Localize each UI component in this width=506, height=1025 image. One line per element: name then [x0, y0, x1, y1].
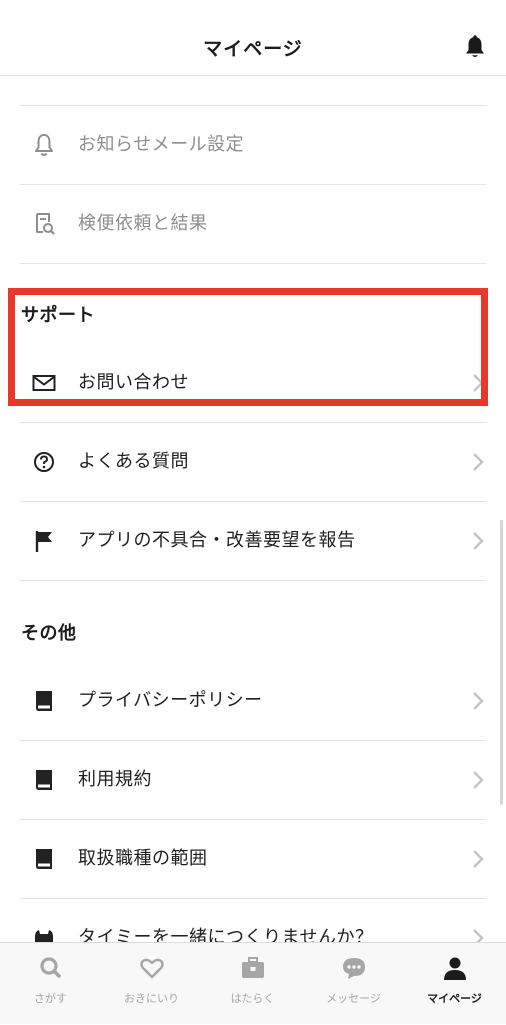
bell-icon — [35, 134, 53, 156]
question-circle-icon — [34, 452, 54, 472]
chevron-right-icon — [473, 374, 484, 392]
chat-bubble-icon — [343, 958, 365, 979]
menu-label: お問い合わせ — [78, 372, 189, 393]
section-heading-support: サポート — [21, 305, 95, 326]
book-icon — [36, 691, 52, 711]
page-title: マイページ — [203, 38, 303, 60]
document-search-icon — [36, 213, 55, 235]
chevron-right-icon — [473, 532, 484, 550]
search-icon — [40, 957, 61, 978]
divider — [20, 580, 486, 581]
menu-item-inspection[interactable]: 検便依頼と結果 — [0, 185, 506, 263]
section-heading-others: その他 — [21, 623, 77, 644]
tab-work[interactable]: はたらく — [202, 943, 303, 1025]
tab-messages[interactable]: メッセージ — [303, 943, 404, 1025]
app-header: マイページ — [0, 0, 506, 76]
tab-label: マイページ — [427, 992, 482, 1005]
menu-label: 取扱職種の範囲 — [78, 848, 208, 869]
tab-favorites[interactable]: おきにいり — [101, 943, 202, 1025]
chevron-right-icon — [473, 771, 484, 789]
book-icon — [36, 849, 52, 869]
menu-item-report-bug[interactable]: アプリの不具合・改善要望を報告 — [0, 502, 506, 580]
tab-label: はたらく — [230, 992, 275, 1005]
heart-icon — [140, 958, 164, 979]
mail-icon — [32, 375, 56, 391]
tab-mypage[interactable]: マイページ — [404, 943, 505, 1025]
menu-item-job-scope[interactable]: 取扱職種の範囲 — [0, 820, 506, 898]
menu-label: 検便依頼と結果 — [78, 213, 208, 234]
flag-icon — [35, 531, 52, 552]
chevron-right-icon — [473, 692, 484, 710]
menu-item-terms[interactable]: 利用規約 — [0, 741, 506, 819]
menu-label: よくある質問 — [78, 451, 189, 472]
menu-item-faq[interactable]: よくある質問 — [0, 423, 506, 501]
menu-label: アプリの不具合・改善要望を報告 — [78, 530, 356, 551]
scrollbar[interactable] — [500, 520, 503, 805]
menu-item-privacy[interactable]: プライバシーポリシー — [0, 662, 506, 740]
book-icon — [36, 770, 52, 790]
notification-bell-icon[interactable] — [464, 35, 486, 59]
chevron-right-icon — [473, 453, 484, 471]
menu-label: お知らせメール設定 — [78, 134, 245, 155]
menu-item-notify-mail[interactable]: お知らせメール設定 — [0, 106, 506, 184]
tab-search[interactable]: さがす — [0, 943, 101, 1025]
tab-bar: さがす おきにいり はたらく メッセージ マイページ — [0, 942, 506, 1024]
tab-label: おきにいり — [124, 992, 179, 1005]
person-icon — [444, 957, 466, 980]
briefcase-icon — [242, 957, 264, 978]
menu-label: プライバシーポリシー — [78, 690, 263, 711]
menu-label: 利用規約 — [78, 769, 152, 790]
tab-label: メッセージ — [326, 992, 381, 1005]
divider — [20, 263, 486, 264]
menu-item-contact[interactable]: お問い合わせ — [0, 344, 506, 422]
tab-label: さがす — [34, 992, 67, 1005]
chevron-right-icon — [473, 850, 484, 868]
